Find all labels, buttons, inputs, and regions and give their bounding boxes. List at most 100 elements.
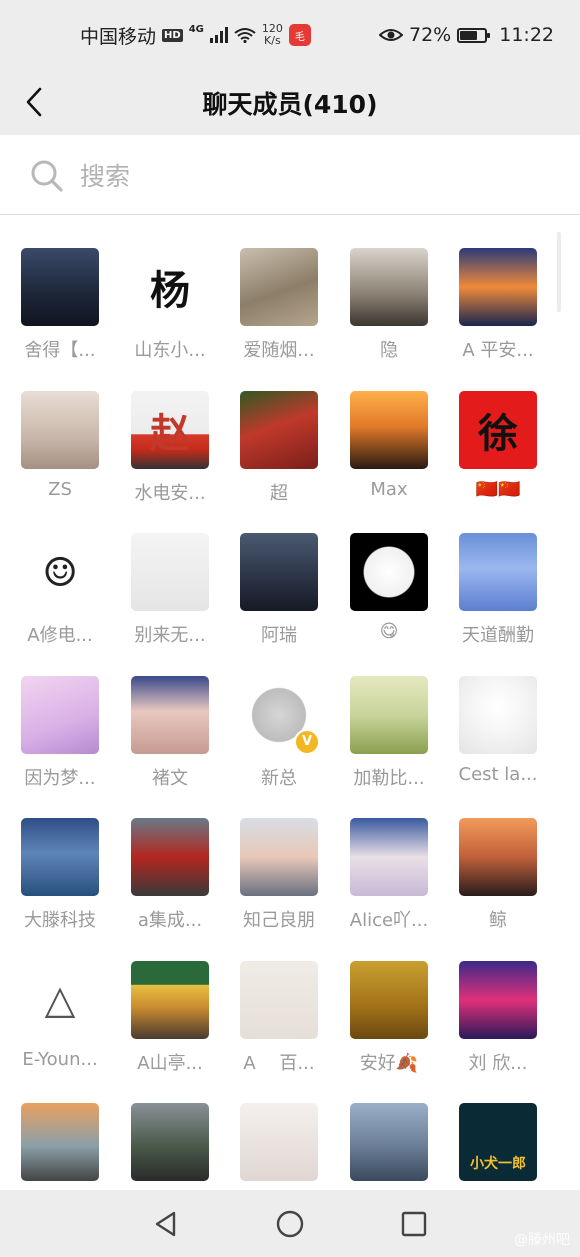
member-item[interactable]: 小犬一郎 xyxy=(448,1103,548,1190)
member-name: E-Youn... xyxy=(22,1048,98,1070)
avatar-glyph xyxy=(240,961,318,1039)
avatar-glyph xyxy=(131,1103,209,1181)
member-item[interactable]: 加勒比... xyxy=(339,675,439,796)
status-left: 中国移动 HD 4G 120 K/s 毛 xyxy=(80,22,311,49)
member-item[interactable]: 因为梦... xyxy=(10,675,110,796)
member-name: 大滕科技 xyxy=(24,910,96,931)
member-item[interactable]: 安好🍂 xyxy=(339,960,439,1081)
wifi-icon xyxy=(234,28,256,43)
search-input[interactable] xyxy=(78,153,542,199)
avatar-glyph xyxy=(131,818,209,896)
member-item[interactable]: 舍得【... xyxy=(10,248,110,368)
avatar-glyph xyxy=(350,1103,428,1181)
network-type: 4G xyxy=(188,23,204,35)
recents-square-icon[interactable] xyxy=(398,1208,430,1240)
member-avatar xyxy=(131,675,209,754)
avatar-glyph xyxy=(350,391,428,469)
member-item[interactable]: 徐 🇨🇳🇨🇳 xyxy=(448,390,548,511)
member-avatar xyxy=(350,390,428,469)
member-avatar xyxy=(240,960,318,1039)
member-item[interactable] xyxy=(229,1103,329,1190)
search-bar xyxy=(0,135,580,215)
avatar-glyph xyxy=(21,818,99,896)
member-avatar xyxy=(459,818,537,896)
member-item[interactable]: Alice吖... xyxy=(339,818,439,938)
avatar-glyph xyxy=(240,248,318,326)
member-item[interactable] xyxy=(120,1103,220,1190)
member-item[interactable]: ZS xyxy=(10,390,110,511)
avatar-glyph xyxy=(459,248,537,326)
member-item[interactable]: Cest la... xyxy=(448,675,548,796)
back-triangle-icon[interactable] xyxy=(150,1208,182,1240)
member-item[interactable]: ☺ A修电... xyxy=(10,533,110,653)
member-avatar xyxy=(350,1103,428,1181)
avatar-glyph xyxy=(350,533,428,611)
member-item[interactable]: 杨山东小... xyxy=(120,248,220,368)
member-item[interactable]: 大滕科技 xyxy=(10,818,110,938)
member-item[interactable] xyxy=(10,1103,110,1190)
back-button[interactable] xyxy=(14,80,54,124)
member-item[interactable]: 刘 欣... xyxy=(448,960,548,1081)
avatar-glyph xyxy=(240,533,318,611)
member-item[interactable]: a集成... xyxy=(120,818,220,938)
member-item[interactable]: △ E-Youn... xyxy=(10,960,110,1081)
member-item[interactable]: 😋 xyxy=(339,533,439,653)
member-item[interactable]: 知己良朋 xyxy=(229,818,329,938)
battery-icon xyxy=(457,27,491,43)
avatar-glyph: 小犬一郎 xyxy=(470,1156,526,1172)
member-avatar: 赵 xyxy=(131,390,209,469)
member-avatar xyxy=(131,1103,209,1181)
member-grid[interactable]: 舍得【... 杨山东小... 爱随烟... 隐 A 平安... ZS 赵水电安... 超 Max… xyxy=(0,216,580,1190)
member-item[interactable]: 隐 xyxy=(339,248,439,368)
member-item[interactable]: A 平安... xyxy=(448,248,548,368)
avatar-glyph xyxy=(240,1103,318,1181)
member-name: 知己良朋 xyxy=(243,910,315,931)
member-avatar xyxy=(21,675,99,754)
member-avatar xyxy=(240,533,318,611)
member-name: 爱随烟... xyxy=(243,340,315,361)
app-badge-text: 毛 xyxy=(294,31,305,43)
system-navigation-bar: @滕州吧 xyxy=(0,1190,580,1257)
member-name: 😋 xyxy=(379,621,399,642)
member-avatar xyxy=(459,248,537,326)
member-item[interactable]: 赵水电安... xyxy=(120,390,220,511)
avatar-glyph xyxy=(240,391,318,469)
member-item[interactable]: 爱随烟... xyxy=(229,248,329,368)
hd-badge: HD xyxy=(162,28,183,42)
speed-unit: K/s xyxy=(264,34,281,47)
member-name: 阿瑞 xyxy=(261,625,297,646)
member-item[interactable]: 别来无... xyxy=(120,533,220,653)
member-name: 刘 欣... xyxy=(468,1052,528,1074)
member-item[interactable]: A 百... xyxy=(229,960,329,1081)
title-bar: 聊天成员(410) xyxy=(0,70,580,135)
clock: 11:22 xyxy=(499,24,554,46)
member-item[interactable]: V 新总 xyxy=(229,675,329,796)
member-item[interactable]: A山亭... xyxy=(120,960,220,1081)
member-name: 隐 xyxy=(380,340,398,361)
home-circle-icon[interactable] xyxy=(274,1208,306,1240)
member-avatar xyxy=(240,1103,318,1181)
battery-fill xyxy=(460,30,477,40)
member-name: Cest la... xyxy=(458,763,538,785)
avatar-glyph xyxy=(350,676,428,754)
member-avatar xyxy=(131,818,209,896)
member-item[interactable]: Max xyxy=(339,390,439,511)
member-item[interactable]: 天道酬勤 xyxy=(448,533,548,653)
member-item[interactable]: 超 xyxy=(229,390,329,511)
member-name: a集成... xyxy=(137,910,203,931)
avatar-glyph: 赵 xyxy=(150,409,190,457)
page-title: 聊天成员(410) xyxy=(202,89,378,119)
member-item[interactable]: 褚文 xyxy=(120,675,220,796)
member-item[interactable]: 鲸 xyxy=(448,818,548,938)
scrollbar-thumb[interactable] xyxy=(557,232,561,312)
eye-icon xyxy=(379,29,403,41)
member-item[interactable]: 阿瑞 xyxy=(229,533,329,653)
avatar-glyph: 徐 xyxy=(478,409,518,457)
member-item[interactable] xyxy=(339,1103,439,1190)
member-name: 舍得【... xyxy=(24,340,96,361)
member-avatar: △ xyxy=(21,960,99,1039)
member-avatar: 杨 xyxy=(131,248,209,326)
member-name: ZS xyxy=(48,478,72,500)
status-right: 72% 11:22 xyxy=(379,24,554,46)
member-avatar xyxy=(240,818,318,896)
